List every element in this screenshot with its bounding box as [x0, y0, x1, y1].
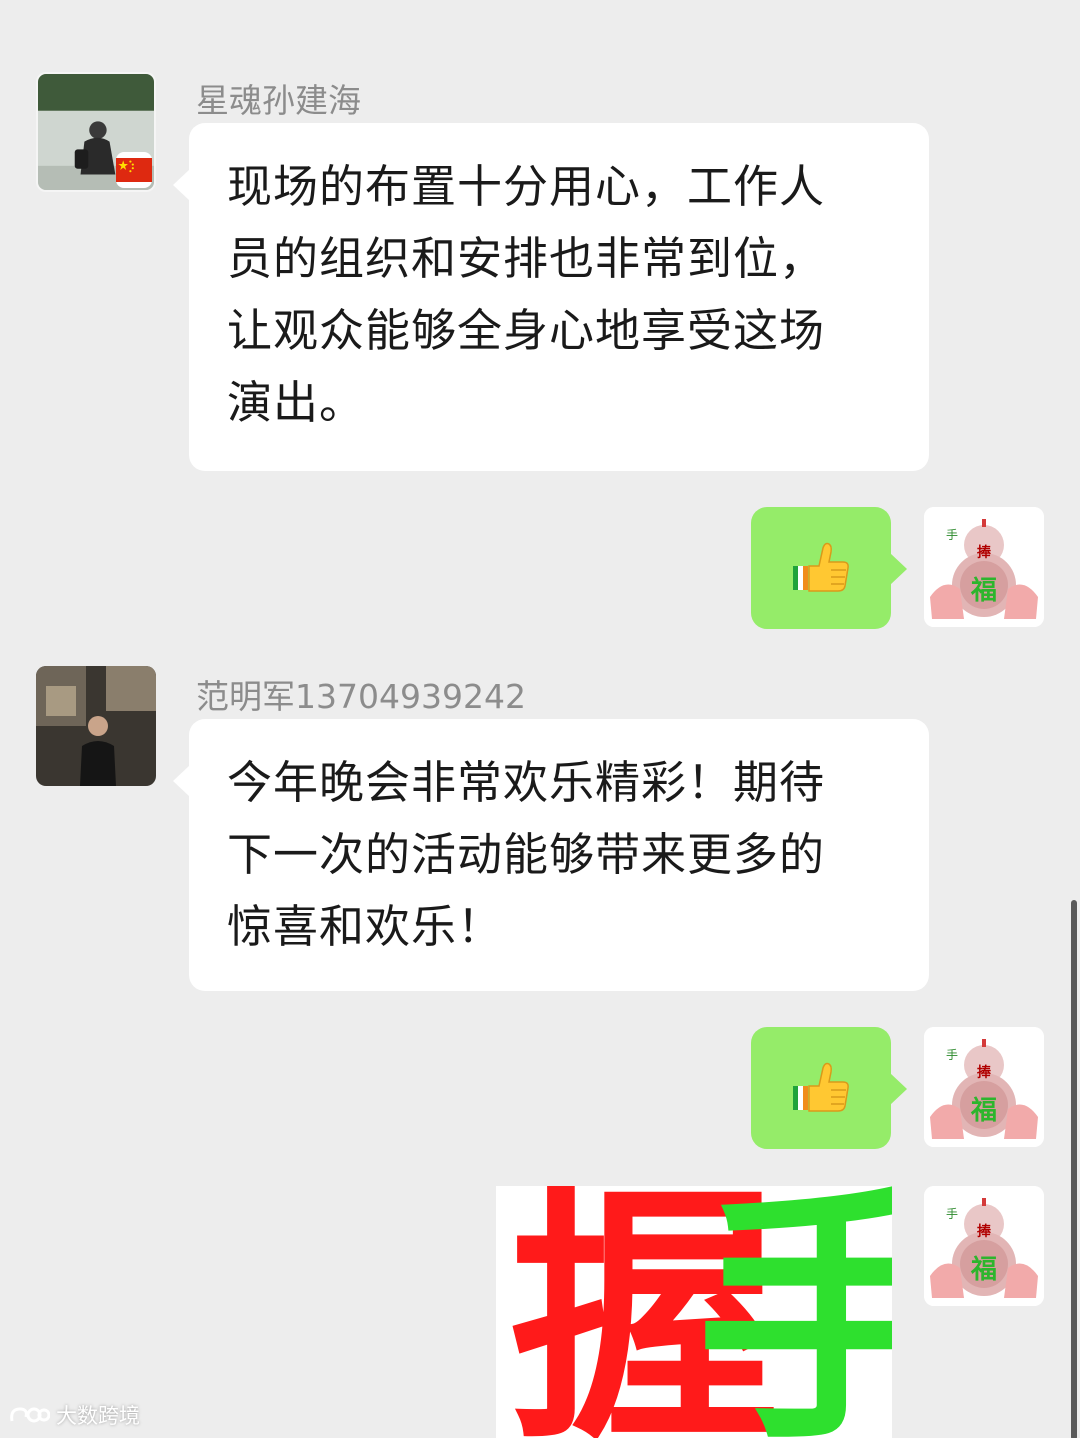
message-line: 员的组织和安排也非常到位，	[227, 232, 826, 285]
svg-text:捧: 捧	[977, 1064, 992, 1081]
fortune-gourd-icon: 捧 福 手	[924, 1027, 1044, 1147]
scrollbar[interactable]	[1071, 900, 1077, 1438]
sender-avatar-2[interactable]	[36, 666, 156, 786]
svg-text:捧: 捧	[977, 544, 992, 561]
self-avatar[interactable]: 捧 福 手	[924, 1027, 1044, 1147]
thumbs-up-icon	[789, 536, 853, 600]
message-line: 今年晚会非常欢乐精彩！期待	[227, 756, 826, 809]
message-line: 演出。	[227, 376, 366, 429]
sender-avatar-1[interactable]	[36, 72, 156, 192]
flag-badge	[116, 152, 152, 188]
svg-text:手: 手	[946, 528, 958, 542]
message-line: 让观众能够全身心地享受这场	[227, 304, 826, 357]
svg-text:福: 福	[970, 576, 997, 606]
outgoing-emoji-bubble-1[interactable]	[751, 507, 907, 629]
self-avatar[interactable]: 捧 福 手	[924, 507, 1044, 627]
chat-window: 星魂孙建海 现场的布置十分用心，工作人 员的组织和安排也非常到位， 让观众能够全…	[0, 0, 1080, 1438]
message-bubble-1[interactable]: 现场的布置十分用心，工作人 员的组织和安排也非常到位， 让观众能够全身心地享受这…	[173, 123, 929, 471]
message-bubble-2[interactable]: 今年晚会非常欢乐精彩！期待 下一次的活动能够带来更多的 惊喜和欢乐！	[173, 719, 929, 991]
svg-text:福: 福	[970, 1096, 997, 1126]
handshake-sticker[interactable]: 握 手	[496, 1186, 892, 1438]
china-flag-icon	[116, 158, 152, 182]
svg-text:手: 手	[946, 1207, 958, 1221]
message-line: 现场的布置十分用心，工作人	[227, 160, 826, 213]
message-line: 惊喜和欢乐！	[227, 900, 504, 953]
watermark: 大数跨境	[8, 1400, 140, 1430]
sender-name-1: 星魂孙建海	[196, 81, 361, 120]
self-avatar[interactable]: 捧 福 手	[924, 1186, 1044, 1306]
watermark-text: 大数跨境	[56, 1404, 140, 1428]
watermark-logo-icon	[10, 1407, 50, 1423]
sticker-char-2: 手	[696, 1186, 892, 1438]
svg-text:捧: 捧	[977, 1223, 992, 1240]
thumbs-up-icon	[789, 1056, 853, 1120]
message-line: 下一次的活动能够带来更多的	[227, 828, 826, 881]
svg-text:手: 手	[946, 1048, 958, 1062]
outgoing-emoji-bubble-2[interactable]	[751, 1027, 907, 1149]
fortune-gourd-icon: 捧 福 手	[924, 1186, 1044, 1306]
sender-name-2: 范明军13704939242	[196, 677, 526, 716]
person-photo-icon	[36, 666, 156, 786]
svg-text:福: 福	[970, 1255, 997, 1285]
fortune-gourd-icon: 捧 福 手	[924, 507, 1044, 627]
